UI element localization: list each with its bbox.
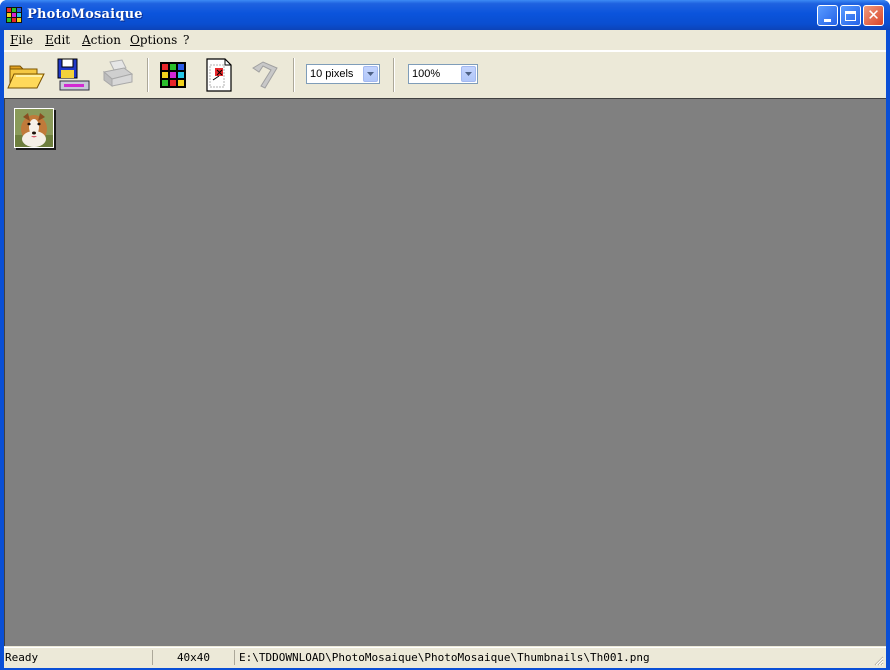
menu-options-mnemonic: O — [130, 33, 140, 47]
print-button[interactable] — [98, 56, 138, 94]
pixel-size-value: 10 pixels — [310, 68, 354, 80]
mosaic-grid-icon — [160, 62, 186, 88]
toolbar-separator — [393, 58, 395, 92]
undo-button[interactable] — [245, 56, 285, 94]
status-file-path: E:\TDDOWNLOAD\PhotoMosaique\PhotoMosaiqu… — [234, 650, 864, 665]
minimize-icon — [824, 18, 831, 22]
undo-arrow-icon — [252, 61, 278, 89]
save-button[interactable] — [50, 56, 90, 94]
minimize-button[interactable] — [817, 5, 838, 26]
menu-options[interactable]: Options — [130, 33, 177, 47]
save-disk-icon — [57, 58, 90, 91]
maximize-icon — [845, 10, 856, 21]
pixel-size-dropdown-button[interactable] — [363, 66, 378, 82]
client-area: File Edit Action Options ? 10 pixels 100… — [4, 30, 886, 668]
menu-action-label: ction — [90, 33, 122, 47]
title-bar[interactable]: PhotoMosaique ✕ — [0, 0, 890, 30]
app-mosaic-icon[interactable] — [6, 7, 22, 23]
toolbar: 10 pixels 100% — [4, 51, 886, 99]
menu-edit[interactable]: Edit — [45, 33, 70, 47]
toolbar-separator — [147, 58, 149, 92]
status-bar: Ready 40x40 E:\TDDOWNLOAD\PhotoMosaique\… — [4, 647, 886, 668]
properties-button[interactable] — [199, 56, 239, 94]
menu-file[interactable]: File — [10, 33, 33, 47]
zoom-select[interactable]: 100% — [408, 64, 478, 84]
open-folder-icon — [7, 65, 45, 89]
toolbar-separator — [293, 58, 295, 92]
mosaic-button[interactable] — [153, 56, 193, 94]
collie-dog-photo — [15, 109, 53, 147]
app-window: PhotoMosaique ✕ File Edit Action Options… — [0, 0, 890, 670]
status-text: Ready — [5, 651, 39, 664]
mosaic-canvas[interactable] — [4, 98, 886, 646]
chevron-down-icon — [465, 72, 472, 76]
menu-action[interactable]: Action — [82, 33, 121, 47]
maximize-button[interactable] — [840, 5, 861, 26]
window-title: PhotoMosaique — [27, 7, 143, 22]
menu-help-label: ? — [183, 33, 190, 47]
menu-help[interactable]: ? — [183, 33, 189, 47]
close-button[interactable]: ✕ — [863, 5, 884, 26]
menu-edit-mnemonic: E — [45, 33, 54, 47]
chevron-down-icon — [367, 72, 374, 76]
resize-grip-icon[interactable] — [872, 654, 884, 666]
status-dimensions: 40x40 — [152, 650, 234, 665]
open-button[interactable] — [6, 56, 46, 94]
menu-edit-label: dit — [53, 33, 71, 47]
pixel-size-select[interactable]: 10 pixels — [306, 64, 380, 84]
zoom-value: 100% — [412, 68, 441, 80]
menu-action-mnemonic: A — [82, 33, 91, 47]
document-page-icon — [206, 58, 232, 92]
close-icon: ✕ — [867, 6, 880, 24]
menu-file-label: ile — [18, 33, 34, 47]
printer-icon — [102, 59, 134, 87]
zoom-dropdown-button[interactable] — [461, 66, 476, 82]
menu-options-label: ptions — [139, 33, 178, 47]
thumbnail-image[interactable] — [14, 108, 54, 148]
menu-bar: File Edit Action Options ? — [4, 30, 886, 51]
